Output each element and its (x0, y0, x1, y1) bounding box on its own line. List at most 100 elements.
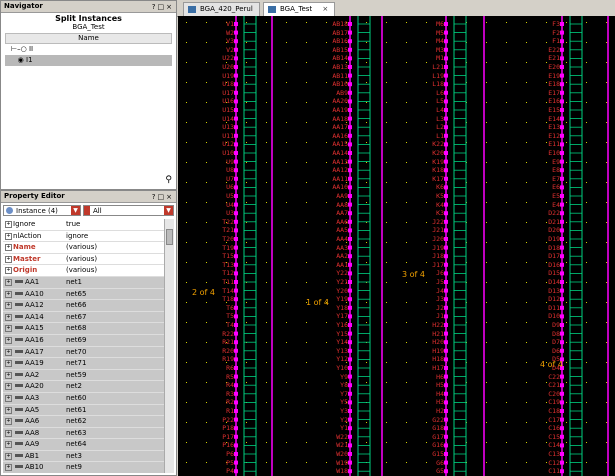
expand-icon[interactable]: + (5, 255, 12, 263)
grid-dot (566, 122, 567, 123)
expand-icon[interactable]: + (5, 336, 12, 344)
pin-row[interactable]: + AA1 net1 (3, 276, 164, 289)
expand-icon[interactable]: + (5, 371, 12, 379)
property-key: AA10 (25, 289, 44, 298)
pin-label[interactable]: W18 (312, 467, 348, 476)
scroll-thumb[interactable] (166, 229, 173, 245)
scope-select[interactable]: Instance (4) ▼ (3, 205, 81, 216)
pin-label[interactable]: G5 (414, 467, 444, 476)
property-value[interactable]: net63 (66, 428, 86, 438)
expand-icon[interactable]: + (5, 429, 12, 437)
search-icon[interactable]: ⚲ (165, 175, 172, 185)
pin-label[interactable]: C11 (512, 467, 560, 476)
expand-icon[interactable]: + (5, 360, 12, 368)
pin-marker (444, 426, 448, 431)
property-value[interactable]: net9 (66, 462, 82, 472)
grid-dot (266, 162, 267, 163)
property-value[interactable]: net69 (66, 335, 86, 345)
property-value[interactable]: (various) (66, 242, 97, 252)
property-row[interactable]: + nlAction ignore (3, 230, 164, 243)
close-icon[interactable]: × (322, 5, 328, 13)
tree-item-ii[interactable]: ⊢–○ II (5, 44, 172, 55)
property-value[interactable]: (various) (66, 254, 97, 264)
property-value[interactable]: net3 (66, 451, 82, 461)
pin-row[interactable]: + AA2 net59 (3, 369, 164, 382)
property-row[interactable]: + Name (various) (3, 242, 164, 254)
expand-icon[interactable]: + (5, 406, 12, 414)
expand-icon[interactable]: + (5, 267, 12, 275)
pin-row[interactable]: + AA20 net2 (3, 381, 164, 393)
pin-row[interactable]: + AA8 net63 (3, 427, 164, 440)
property-value[interactable]: net71 (66, 358, 86, 368)
pin-row[interactable]: + AA9 net64 (3, 439, 164, 451)
expand-icon[interactable]: + (5, 302, 12, 310)
property-value[interactable]: net68 (66, 323, 86, 333)
expand-icon[interactable]: + (5, 325, 12, 333)
property-value[interactable]: net64 (66, 439, 86, 449)
pin-row[interactable]: + AB1 net3 (3, 450, 164, 463)
expand-icon[interactable]: + (5, 441, 12, 449)
expand-icon[interactable]: + (5, 232, 12, 240)
panel-controls[interactable]: ?□× (152, 192, 174, 203)
expand-icon[interactable]: + (5, 394, 12, 402)
expand-icon[interactable]: + (5, 452, 12, 460)
chevron-down-icon[interactable]: ▼ (164, 206, 173, 215)
grid-dot (386, 42, 387, 43)
pin-marker (348, 39, 352, 44)
pin-row[interactable]: + AA10 net65 (3, 288, 164, 301)
property-value[interactable]: net67 (66, 312, 86, 322)
expand-icon[interactable]: + (5, 244, 12, 252)
pin-marker (560, 30, 564, 35)
property-value[interactable]: (various) (66, 265, 97, 275)
schematic-canvas[interactable]: 2 of 4 1 of 4 3 of 4 4 of 4 V1 W2 V3 V2 U22 U… (178, 16, 615, 476)
property-value[interactable]: true (66, 219, 80, 229)
pin-row[interactable]: + AA12 net66 (3, 300, 164, 312)
pin-row[interactable]: + AA6 net62 (3, 416, 164, 428)
expand-icon[interactable]: ⊢–○ (11, 45, 29, 53)
pin-row[interactable]: + AA15 net68 (3, 323, 164, 335)
expand-icon[interactable]: + (5, 313, 12, 321)
property-value[interactable]: net59 (66, 370, 86, 380)
expand-icon[interactable]: + (5, 221, 12, 228)
panel-controls[interactable]: ?□× (152, 2, 174, 13)
grid-dot (266, 342, 267, 343)
property-value[interactable]: net70 (66, 347, 86, 357)
tab-bga-test[interactable]: BGA_Test × (263, 2, 336, 16)
chevron-down-icon[interactable]: ▼ (71, 206, 80, 215)
expand-icon[interactable]: + (5, 383, 12, 391)
filter-select[interactable]: All ▼ (83, 205, 174, 216)
property-value[interactable]: net1 (66, 277, 82, 287)
tree-item-i1[interactable]: ◉ I1 (5, 55, 172, 66)
grid-dot (486, 122, 487, 123)
pin-row[interactable]: + AA17 net70 (3, 346, 164, 359)
property-scrollbar[interactable] (164, 219, 174, 473)
pin-row[interactable]: + AA16 net69 (3, 334, 164, 347)
pin-row[interactable]: + AA19 net71 (3, 358, 164, 370)
pin-row[interactable]: + AA3 net60 (3, 392, 164, 405)
property-value[interactable]: net66 (66, 300, 86, 310)
property-row[interactable]: + Origin (various) (3, 265, 164, 277)
pin-row[interactable]: + AA5 net61 (3, 404, 164, 417)
expand-icon[interactable]: + (5, 290, 12, 298)
grid-dot (186, 162, 187, 163)
pin-row[interactable]: + AB10 net9 (3, 462, 164, 473)
expand-icon[interactable]: + (5, 348, 12, 356)
tab-bga-420-perul[interactable]: BGA_420_Perul (183, 2, 260, 16)
pin-row[interactable]: + AA14 net67 (3, 311, 164, 324)
property-value[interactable]: net61 (66, 405, 86, 415)
property-row[interactable]: + Master (various) (3, 254, 164, 266)
property-value[interactable]: ignore (66, 231, 88, 241)
expand-icon[interactable]: + (5, 278, 12, 286)
property-row[interactable]: + Ignore true (3, 219, 164, 231)
name-column-header[interactable]: Name (5, 33, 172, 44)
property-value[interactable]: net65 (66, 289, 86, 299)
grid-dot (586, 82, 587, 83)
property-value[interactable]: net62 (66, 416, 86, 426)
expand-icon[interactable]: + (5, 464, 12, 472)
pin-label[interactable]: P4 (194, 467, 234, 476)
property-value[interactable]: net60 (66, 393, 86, 403)
property-value[interactable]: net2 (66, 381, 82, 391)
grid-dot (486, 222, 487, 223)
grid-dot (506, 282, 507, 283)
expand-icon[interactable]: + (5, 418, 12, 426)
